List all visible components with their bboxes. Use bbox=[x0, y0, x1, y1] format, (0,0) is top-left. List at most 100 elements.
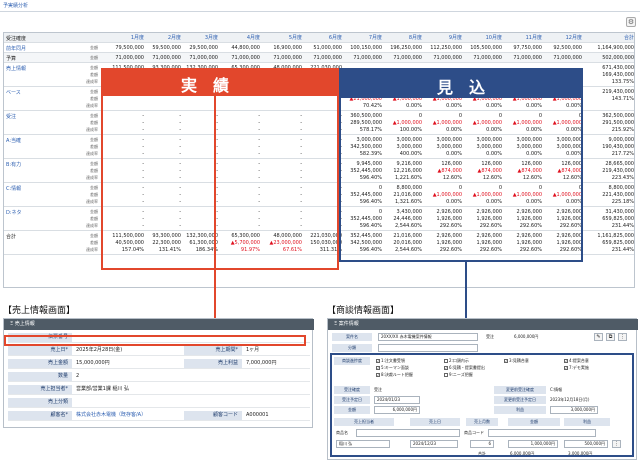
row-sub-label: 達成率 bbox=[86, 151, 98, 156]
table-cell: 9,000,000 bbox=[608, 137, 634, 143]
sales-panel-title: 売上情報 bbox=[14, 321, 35, 327]
sales-field-value: 15,000,000円 bbox=[76, 360, 110, 366]
row-label[interactable]: D:ネタ bbox=[6, 209, 22, 216]
row-sub-label: 差額 bbox=[90, 240, 98, 245]
row-sub-label: 達成率 bbox=[86, 247, 98, 252]
table-cell: 71,000,000 bbox=[513, 55, 542, 61]
table-cell: 71,000,000 bbox=[115, 55, 144, 61]
sales-field-label: 売上金額 bbox=[8, 359, 72, 368]
table-cell: 71,000,000 bbox=[353, 55, 382, 61]
row-sub-label: 金額 bbox=[90, 89, 98, 94]
page-title: 予実績分析 bbox=[3, 3, 29, 9]
table-cell: 217.72% bbox=[611, 151, 634, 157]
table-cell: 112,250,000 bbox=[430, 45, 462, 51]
table-cell: 71,000,000 bbox=[553, 55, 582, 61]
deal-name-label: 案件名 bbox=[332, 333, 372, 341]
table-cell: 28,665,000 bbox=[605, 161, 634, 167]
sales-field-row: 数量 2 bbox=[8, 372, 310, 382]
sales-field-label-2: 売上期間* bbox=[184, 346, 242, 355]
actual-label: 実 績 bbox=[181, 76, 230, 95]
sales-caption: 【売上情報画面】 bbox=[3, 306, 76, 316]
sales-panel-header: Ξ 売上情報 bbox=[4, 319, 314, 330]
sales-field-value: 営業部/営業1課 稲川 弘 bbox=[76, 386, 130, 392]
row-sub-label: 金額 bbox=[90, 185, 98, 190]
month-header: 3月度 bbox=[204, 35, 218, 41]
table-cell: 51,000,000 bbox=[313, 45, 342, 51]
sales-field-label: 売上担当者* bbox=[8, 385, 72, 394]
row-sub-label: 金額 bbox=[90, 45, 98, 50]
row-sub-label: 金額 bbox=[90, 137, 98, 142]
table-cell: 1,164,900,000 bbox=[597, 45, 634, 51]
table-cell: 223.43% bbox=[611, 175, 634, 181]
row-sub-label: 差額 bbox=[90, 192, 98, 197]
row-sub-label: 達成率 bbox=[86, 103, 98, 108]
row-sub-label: 金額 bbox=[90, 161, 98, 166]
sales-field-value-2: 7,000,000円 bbox=[246, 360, 277, 366]
category-input[interactable] bbox=[378, 344, 478, 352]
table-cell: 659,825,000 bbox=[602, 240, 634, 246]
table-cell: 219,430,000 bbox=[602, 168, 634, 174]
row-label[interactable]: 前年同月 bbox=[6, 45, 26, 52]
row-sub-label: 金額 bbox=[90, 233, 98, 238]
row-label[interactable]: C:情報 bbox=[6, 185, 21, 192]
sales-field-value: 株式会社赤木電機（既存客/A） bbox=[76, 412, 147, 418]
table-cell: 219,430,000 bbox=[602, 89, 634, 95]
actual-highlight-box bbox=[101, 68, 339, 270]
table-cell: 71,000,000 bbox=[273, 55, 302, 61]
table-cell: 215.92% bbox=[611, 127, 634, 133]
row-sub-label: 達成率 bbox=[86, 223, 98, 228]
table-cell: 231.44% bbox=[611, 223, 634, 229]
row-sub-label: 金額 bbox=[90, 209, 98, 214]
sales-field-label-2: 顧客コード bbox=[184, 411, 242, 420]
table-cell: 225.18% bbox=[611, 199, 634, 205]
table-cell: 362,500,000 bbox=[602, 113, 634, 119]
gear-icon[interactable]: ⚙ bbox=[626, 17, 636, 27]
month-header: 5月度 bbox=[288, 35, 302, 41]
edit-icon[interactable]: ✎ bbox=[594, 333, 603, 341]
sales-field-row: 顧客名* 株式会社赤木電機（既存客/A） 顧客コード A000001 bbox=[8, 411, 310, 421]
row-sub-label: 達成率 bbox=[86, 79, 98, 84]
row-sub-label: 差額 bbox=[90, 144, 98, 149]
row-sub-label: 金額 bbox=[90, 55, 98, 60]
table-cell: 71,000,000 bbox=[231, 55, 260, 61]
deal-detail-highlight bbox=[330, 353, 634, 457]
row-label[interactable]: 売上情報 bbox=[6, 65, 26, 72]
table-row: 前年同月 金額 79,500,000 59,500,000 29,500,000 44,8… bbox=[4, 43, 634, 53]
table-cell: 105,500,000 bbox=[470, 45, 502, 51]
row-label[interactable]: A:当確 bbox=[6, 137, 21, 144]
sales-field-row: 売上日* 2025年2月28日(金) 売上期間* 1ヶ月 bbox=[8, 346, 310, 356]
row-sub-label: 差額 bbox=[90, 216, 98, 221]
table-cell: 59,500,000 bbox=[152, 45, 181, 51]
sales-field-value: 2025年2月28日(金) bbox=[76, 347, 123, 353]
table-cell: 92,500,000 bbox=[553, 45, 582, 51]
month-header: 8月度 bbox=[408, 35, 422, 41]
row-label[interactable]: B:有力 bbox=[6, 161, 21, 168]
table-cell: 196,250,000 bbox=[390, 45, 422, 51]
sales-amount-highlight bbox=[4, 335, 306, 346]
deal-panel-title: 案件情報 bbox=[338, 321, 359, 327]
table-cell: 502,000,000 bbox=[602, 55, 634, 61]
row-label[interactable]: 受注 bbox=[6, 113, 16, 120]
table-cell: 79,500,000 bbox=[115, 45, 144, 51]
forecast-label: 見 込 bbox=[437, 78, 486, 97]
table-cell: 231.44% bbox=[611, 247, 634, 253]
col-header-label: 受注確度 bbox=[6, 36, 27, 42]
sales-field-label: 数量 bbox=[8, 372, 72, 381]
menu-icon[interactable]: ⋮ bbox=[618, 333, 627, 341]
table-cell: 143.71% bbox=[611, 96, 634, 102]
actual-connector bbox=[214, 96, 216, 336]
table-row: 予算 金額 71,000,000 71,000,000 71,000,000 71,000… bbox=[4, 53, 634, 63]
copy-icon[interactable]: ⧉ bbox=[606, 333, 615, 341]
row-label[interactable]: ベース bbox=[6, 89, 21, 96]
table-header-row: 受注確度 1月度 2月度 3月度 4月度 5月度 6月度 7月度 8月度 9月度 10月度 11月度 1… bbox=[4, 33, 634, 43]
table-cell: 8,800,000 bbox=[608, 185, 634, 191]
row-sub-label: 金額 bbox=[90, 65, 98, 70]
sales-field-label-2: 売上利益 bbox=[184, 359, 242, 368]
row-sub-label: 達成率 bbox=[86, 199, 98, 204]
sales-field-value-2: 1ヶ月 bbox=[246, 347, 260, 353]
deal-name-input[interactable]: 20XX/XX 赤木電機案件情報 bbox=[378, 333, 478, 341]
sales-field-label: 売上分類 bbox=[8, 398, 72, 407]
table-cell: 44,800,000 bbox=[231, 45, 260, 51]
sales-field-row: 売上分類 bbox=[8, 398, 310, 408]
forecast-banner: 見 込 bbox=[341, 70, 581, 98]
